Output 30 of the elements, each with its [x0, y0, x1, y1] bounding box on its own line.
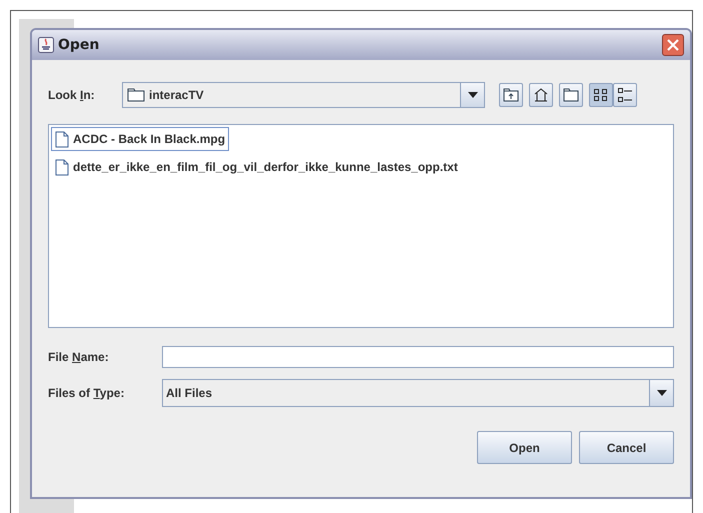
- file-item[interactable]: dette_er_ikke_en_film_fil_og_vil_derfor_ikke_kunne_lastes_opp.txt: [51, 155, 462, 179]
- new-folder-button[interactable]: [559, 83, 583, 107]
- file-type-dropdown[interactable]: All Files: [162, 379, 674, 407]
- up-folder-button[interactable]: [499, 83, 523, 107]
- caret-icon: [656, 390, 666, 396]
- file-name-field[interactable]: [162, 346, 674, 368]
- look-in-label: Look In:: [48, 88, 95, 102]
- file-name-label: File Name:: [48, 350, 109, 364]
- folder-up-icon: [503, 88, 519, 102]
- close-button[interactable]: [662, 34, 684, 56]
- folder-name: interacTV: [149, 87, 204, 104]
- window-title: Open: [58, 36, 100, 54]
- cup-icon: [38, 37, 54, 53]
- caret-icon: [468, 92, 478, 98]
- dialog-button[interactable]: Open: [477, 431, 572, 464]
- details-view-icon: [617, 87, 633, 103]
- view-toggle[interactable]: [589, 83, 613, 107]
- home-button[interactable]: [529, 83, 553, 107]
- home-icon: [533, 87, 549, 103]
- folder-icon: [563, 88, 579, 102]
- file-icon: [55, 158, 69, 176]
- look-in-dropdown[interactable]: interacTV: [122, 82, 485, 108]
- dialog-button[interactable]: Cancel: [579, 431, 674, 464]
- list-view-icon: [593, 87, 609, 103]
- file-icon: [55, 130, 69, 148]
- file-type-label: Files of Type:: [48, 386, 124, 400]
- view-toggle[interactable]: [613, 83, 637, 107]
- close-icon: [666, 38, 680, 52]
- folder-icon: [127, 88, 145, 102]
- file-item[interactable]: ACDC - Back In Black.mpg: [51, 127, 230, 151]
